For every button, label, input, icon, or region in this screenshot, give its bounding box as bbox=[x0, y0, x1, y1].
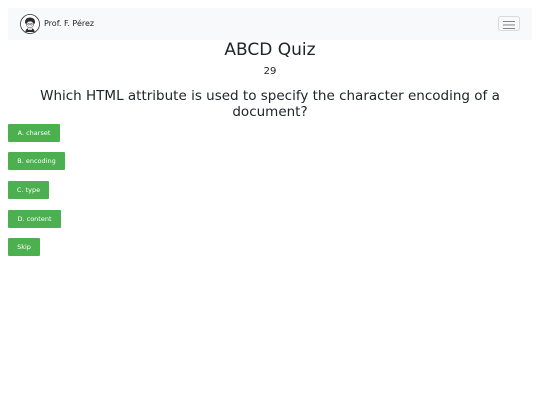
answer-a-button[interactable]: A. charset bbox=[8, 124, 60, 142]
answer-b-button[interactable]: B. encoding bbox=[8, 152, 65, 170]
professor-avatar-icon bbox=[20, 14, 40, 34]
answer-c-button[interactable]: C. type bbox=[8, 181, 49, 199]
question-counter: 29 bbox=[263, 66, 277, 77]
brand-link[interactable]: Prof. F. Pérez bbox=[20, 14, 94, 34]
answer-d-button[interactable]: D. content bbox=[8, 210, 61, 228]
navbar: Prof. F. Pérez bbox=[8, 8, 532, 40]
brand-name: Prof. F. Pérez bbox=[44, 19, 95, 28]
quiz-title: ABCD Quiz bbox=[224, 40, 316, 60]
hamburger-menu-icon bbox=[503, 21, 515, 29]
question-text: Which HTML attribute is used to specify … bbox=[40, 88, 500, 120]
navbar-toggler-button[interactable] bbox=[498, 16, 520, 31]
skip-button[interactable]: Skip bbox=[8, 238, 40, 256]
